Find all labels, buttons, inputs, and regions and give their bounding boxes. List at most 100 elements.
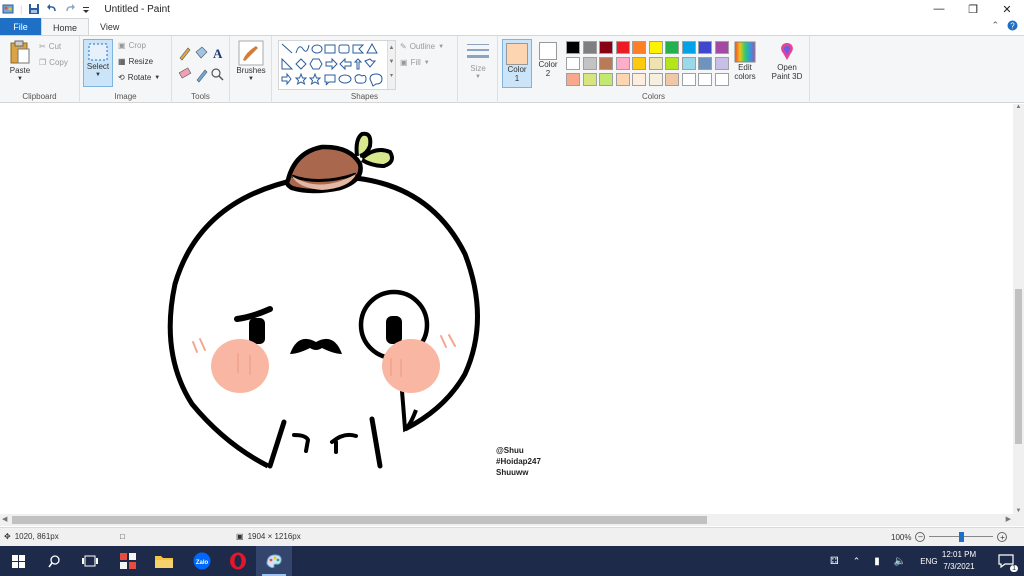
color-swatch[interactable]	[648, 41, 663, 54]
color-swatch[interactable]	[582, 57, 597, 70]
zoom-in-icon[interactable]: +	[997, 532, 1008, 542]
rotate-button[interactable]: ⟲ Rotate ▼	[118, 73, 160, 82]
color-swatch[interactable]	[648, 73, 663, 86]
text-icon[interactable]: A	[213, 46, 223, 61]
tab-view[interactable]: View	[89, 18, 130, 35]
customize-toolbar-icon[interactable]	[82, 3, 94, 15]
resize-button[interactable]: ▦ Resize	[118, 57, 153, 66]
taskbar-app-paint[interactable]	[256, 546, 292, 576]
color-swatch[interactable]	[566, 73, 580, 86]
chevron-down-icon: ▼	[475, 74, 481, 80]
restore-icon[interactable]: ❐	[956, 0, 990, 18]
clock[interactable]: 12:01 PM 7/3/2021	[936, 549, 982, 573]
image-size-text: 1904 × 1216px	[247, 532, 301, 541]
color-swatch[interactable]	[582, 73, 597, 86]
magnifier-icon[interactable]	[211, 68, 224, 81]
color-swatch[interactable]	[665, 73, 679, 86]
taskbar-app-zalo[interactable]: Zalo	[184, 546, 220, 576]
horizontal-scrollbar[interactable]: ◀ ▶	[0, 514, 1013, 526]
close-icon[interactable]: ✕	[990, 0, 1024, 18]
tab-home[interactable]: Home	[41, 18, 90, 36]
undo-icon[interactable]	[46, 3, 58, 15]
fill-button[interactable]: ▣ Fill ▼	[400, 58, 430, 67]
shapes-scroll[interactable]: ▲ ▼ ▾	[387, 41, 395, 89]
select-button[interactable]: Select ▼	[83, 39, 113, 87]
color-swatch[interactable]	[599, 57, 613, 70]
color-swatch[interactable]	[632, 57, 646, 70]
color-swatch[interactable]	[615, 73, 630, 86]
task-view-button[interactable]	[72, 546, 108, 576]
paste-button[interactable]: Paste ▼	[6, 40, 34, 84]
redo-icon[interactable]	[64, 3, 76, 15]
cut-label: Cut	[48, 42, 62, 51]
color-swatch[interactable]	[698, 41, 712, 54]
rotate-label: Rotate	[127, 73, 152, 82]
tab-file[interactable]: File	[0, 18, 41, 35]
scroll-up-icon[interactable]: ▲	[1013, 104, 1024, 110]
color-swatch[interactable]	[599, 41, 613, 54]
brushes-button[interactable]: Brushes ▼	[235, 40, 267, 84]
color-picker-icon[interactable]	[196, 69, 208, 83]
chevron-down-icon: ▼	[423, 59, 430, 66]
fill-bucket-icon[interactable]	[195, 46, 208, 59]
open-paint3d-button[interactable]: Open Paint 3D	[766, 41, 808, 81]
battery-icon[interactable]: ▮	[874, 556, 880, 567]
outline-button[interactable]: ✎ Outline ▼	[400, 42, 444, 51]
color-swatch[interactable]	[615, 41, 630, 54]
language-indicator[interactable]: ENG	[920, 557, 937, 566]
scroll-left-icon[interactable]: ◀	[2, 515, 7, 523]
people-icon[interactable]: ⚃	[830, 556, 839, 567]
crop-button[interactable]: ▣ Crop	[118, 41, 146, 50]
color-swatch[interactable]	[615, 57, 630, 70]
taskbar-app-widgets[interactable]	[110, 546, 146, 576]
search-button[interactable]	[36, 546, 72, 576]
scroll-right-icon[interactable]: ▶	[1006, 515, 1011, 523]
cut-button[interactable]: ✂ Cut	[39, 42, 61, 51]
paint-app-icon[interactable]	[2, 3, 14, 15]
color-swatch[interactable]	[698, 57, 712, 70]
color-swatch[interactable]	[681, 73, 696, 86]
color1-button[interactable]: Color 1	[502, 39, 532, 88]
canvas-area[interactable]: @Shuu #Hoidap247 Shuuww	[0, 104, 1013, 514]
edit-colors-button[interactable]: Edit colors	[732, 41, 758, 81]
color2-button[interactable]: Color 2	[535, 42, 561, 78]
vertical-scrollbar[interactable]: ▲ ▼	[1013, 104, 1024, 514]
color-swatch[interactable]	[681, 57, 696, 70]
volume-icon[interactable]: 🔈	[894, 556, 906, 567]
zoom-out-icon[interactable]: –	[915, 532, 926, 542]
color-swatch[interactable]	[582, 41, 597, 54]
size-button[interactable]: Size ▼	[464, 42, 492, 82]
color-swatch[interactable]	[714, 57, 729, 70]
color-swatch[interactable]	[714, 41, 729, 54]
color-swatch[interactable]	[714, 73, 729, 86]
vertical-scroll-thumb[interactable]	[1015, 289, 1022, 444]
color-swatch[interactable]	[599, 73, 613, 86]
color-swatch[interactable]	[566, 57, 580, 70]
pencil-icon[interactable]	[179, 47, 191, 61]
color-swatch[interactable]	[698, 73, 712, 86]
minimize-icon[interactable]: —	[922, 0, 956, 18]
help-icon[interactable]: ?	[1007, 20, 1018, 33]
color-swatch[interactable]	[566, 41, 580, 54]
zoom-slider-thumb[interactable]	[959, 532, 965, 542]
collapse-ribbon-icon[interactable]: ⌃	[991, 20, 999, 33]
horizontal-scroll-thumb[interactable]	[12, 516, 707, 524]
color-swatch[interactable]	[632, 41, 646, 54]
save-icon[interactable]	[28, 3, 40, 15]
color-swatch[interactable]	[648, 57, 663, 70]
color-swatch[interactable]	[681, 41, 696, 54]
eraser-icon[interactable]	[178, 67, 192, 79]
start-button[interactable]	[0, 546, 36, 576]
copy-button[interactable]: ❐ Copy	[39, 58, 68, 67]
color-swatch[interactable]	[665, 41, 679, 54]
tools-group: A Tools	[172, 36, 230, 103]
shapes-gallery[interactable]: ▲ ▼ ▾	[278, 40, 396, 90]
task-view-icon	[82, 555, 98, 567]
taskbar-app-opera[interactable]	[220, 546, 256, 576]
color-swatch[interactable]	[632, 73, 646, 86]
color-swatch[interactable]	[665, 57, 679, 70]
show-hidden-icons-chevron-icon[interactable]: ⌃	[853, 556, 861, 567]
zoom-slider[interactable]	[929, 532, 994, 542]
taskbar-app-file-explorer[interactable]	[146, 546, 182, 576]
notification-center-button[interactable]: 1	[988, 546, 1024, 576]
